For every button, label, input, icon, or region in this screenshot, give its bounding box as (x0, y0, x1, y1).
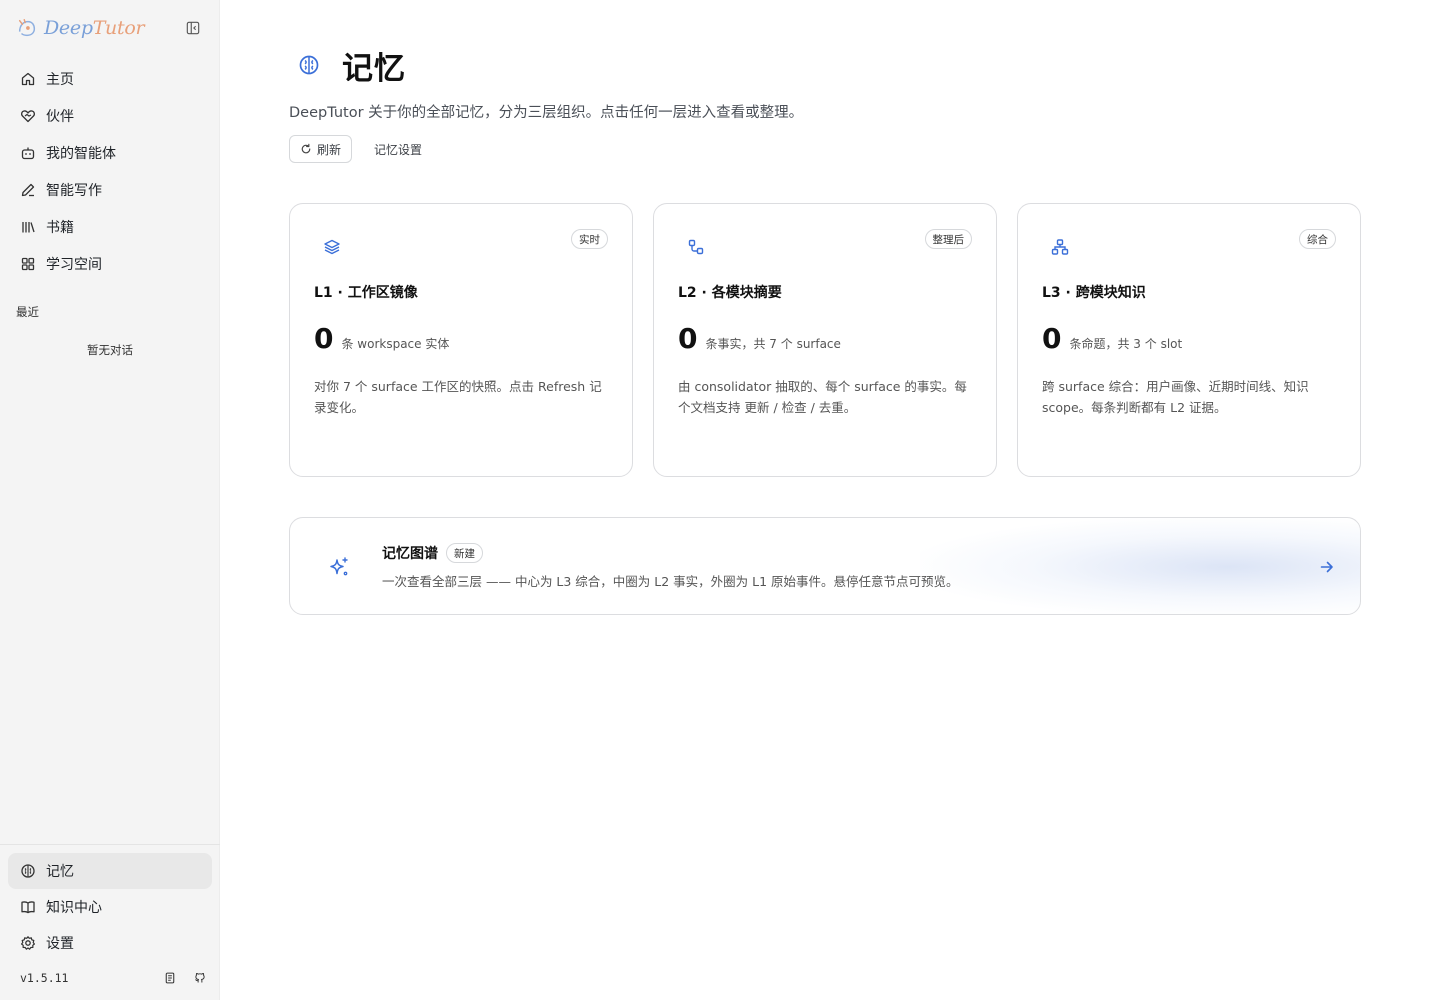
sidebar-divider (0, 844, 220, 845)
sidebar-item-home[interactable]: 主页 (8, 60, 212, 97)
network-icon (1050, 237, 1070, 257)
sidebar-item-books[interactable]: 书籍 (8, 208, 212, 245)
refresh-icon (301, 143, 311, 154)
sidebar-item-label: 我的智能体 (46, 145, 116, 162)
sidebar-item-memory[interactable]: 记忆 (8, 853, 212, 889)
card-title: L1 · 工作区镜像 (314, 285, 418, 301)
graph-title-row: 记忆图谱 新建 (382, 543, 483, 563)
bot-icon (20, 145, 36, 161)
brand-name: DeepTutor (44, 17, 145, 39)
footer-icons (162, 970, 208, 986)
sidebar-item-label: 智能写作 (46, 182, 102, 199)
card-count-row: 0 条命题，共 3 个 slot (1042, 322, 1182, 356)
sidebar-item-settings[interactable]: 设置 (8, 925, 212, 961)
pen-icon (20, 182, 36, 198)
logo-icon (18, 19, 36, 37)
bottom-nav: 记忆 知识中心 设置 (8, 853, 212, 961)
memory-settings-link[interactable]: 记忆设置 (374, 141, 422, 158)
arrow-right-icon[interactable] (1318, 558, 1336, 576)
recent-heading: 最近 (16, 305, 39, 319)
page-actions: 刷新 记忆设置 (289, 135, 422, 163)
sidebar-item-label: 主页 (46, 71, 74, 88)
collapse-sidebar-button[interactable] (184, 19, 202, 37)
github-icon[interactable] (192, 970, 208, 986)
memory-graph-card[interactable]: 记忆图谱 新建 一次查看全部三层 —— 中心为 L3 综合，中圈为 L2 事实，… (289, 517, 1361, 615)
sidebar-item-label: 知识中心 (46, 900, 102, 916)
layers-icon (322, 237, 342, 257)
sparkles-icon (330, 557, 348, 576)
graph-title: 记忆图谱 (382, 546, 438, 562)
graph-card-glow (920, 518, 1360, 614)
card-unit: 条命题，共 3 个 slot (1069, 337, 1183, 351)
recent-empty-text: 暂无对话 (87, 343, 133, 357)
layer-card-l1[interactable]: 实时 L1 · 工作区镜像 0 条 workspace 实体 对你 7 个 su… (289, 203, 633, 477)
gear-icon (20, 935, 36, 951)
page-header: 记忆 (289, 42, 406, 88)
sidebar-item-smart-writing[interactable]: 智能写作 (8, 171, 212, 208)
book-open-icon (20, 899, 36, 915)
card-description: 由 consolidator 抽取的、每个 surface 的事实。每个文档支持… (678, 379, 967, 415)
memory-layers: 实时 L1 · 工作区镜像 0 条 workspace 实体 对你 7 个 su… (289, 203, 1361, 477)
panel-left-close-icon (186, 21, 200, 35)
home-icon (20, 71, 36, 87)
sidebar-item-label: 学习空间 (46, 256, 102, 273)
card-description: 跨 surface 综合：用户画像、近期时间线、知识 scope。每条判断都有 … (1042, 379, 1309, 415)
layer-card-l2[interactable]: 整理后 L2 · 各模块摘要 0 条事实，共 7 个 surface 由 con… (653, 203, 997, 477)
brain-icon (289, 45, 329, 85)
status-badge: 整理后 (924, 229, 972, 249)
card-title: L2 · 各模块摘要 (678, 285, 782, 301)
card-count-row: 0 条 workspace 实体 (314, 322, 449, 356)
page-title: 记忆 (342, 50, 406, 87)
card-count: 0 (314, 322, 334, 355)
main-nav: 主页 伙伴 我的智能体 智能写作 书籍 学习空间 (8, 60, 212, 282)
library-icon (20, 219, 36, 235)
refresh-label: 刷新 (317, 142, 342, 157)
card-unit: 条 workspace 实体 (341, 337, 450, 351)
version-row: v1.5.11 (20, 968, 208, 988)
card-description: 对你 7 个 surface 工作区的快照。点击 Refresh 记录变化。 (314, 379, 602, 415)
page-subtitle: DeepTutor 关于你的全部记忆，分为三层组织。点击任何一层进入查看或整理。 (289, 105, 804, 121)
sidebar-item-label: 记忆 (46, 864, 74, 880)
layer-card-l3[interactable]: 综合 L3 · 跨模块知识 0 条命题，共 3 个 slot 跨 surface… (1017, 203, 1361, 477)
brand[interactable]: DeepTutor (16, 14, 145, 42)
card-count: 0 (678, 322, 698, 355)
sidebar-item-label: 伙伴 (46, 108, 74, 125)
refresh-button[interactable]: 刷新 (289, 135, 353, 163)
grid-icon (20, 256, 36, 272)
heart-handshake-icon (20, 108, 36, 124)
sidebar-item-label: 设置 (46, 936, 74, 952)
card-title: L3 · 跨模块知识 (1042, 285, 1146, 301)
card-count-row: 0 条事实，共 7 个 surface (678, 322, 841, 356)
sidebar-item-knowledge-center[interactable]: 知识中心 (8, 889, 212, 925)
card-count: 0 (1042, 322, 1062, 355)
docs-icon[interactable] (162, 970, 178, 986)
new-badge: 新建 (446, 543, 483, 563)
sidebar: DeepTutor 主页 伙伴 我的智能体 智能写作 书籍 学习空间 最近 暂无… (0, 0, 220, 1000)
workflow-icon (686, 237, 706, 257)
version-text: v1.5.11 (20, 971, 69, 985)
sidebar-item-my-agents[interactable]: 我的智能体 (8, 134, 212, 171)
sidebar-item-label: 书籍 (46, 219, 74, 236)
status-badge: 实时 (571, 229, 608, 249)
sidebar-item-partner[interactable]: 伙伴 (8, 97, 212, 134)
graph-description: 一次查看全部三层 —— 中心为 L3 综合，中圈为 L2 事实，外圈为 L1 原… (382, 574, 959, 589)
brain-icon (20, 863, 36, 879)
sidebar-item-study-space[interactable]: 学习空间 (8, 245, 212, 282)
status-badge: 综合 (1299, 229, 1336, 249)
card-unit: 条事实，共 7 个 surface (705, 337, 841, 351)
